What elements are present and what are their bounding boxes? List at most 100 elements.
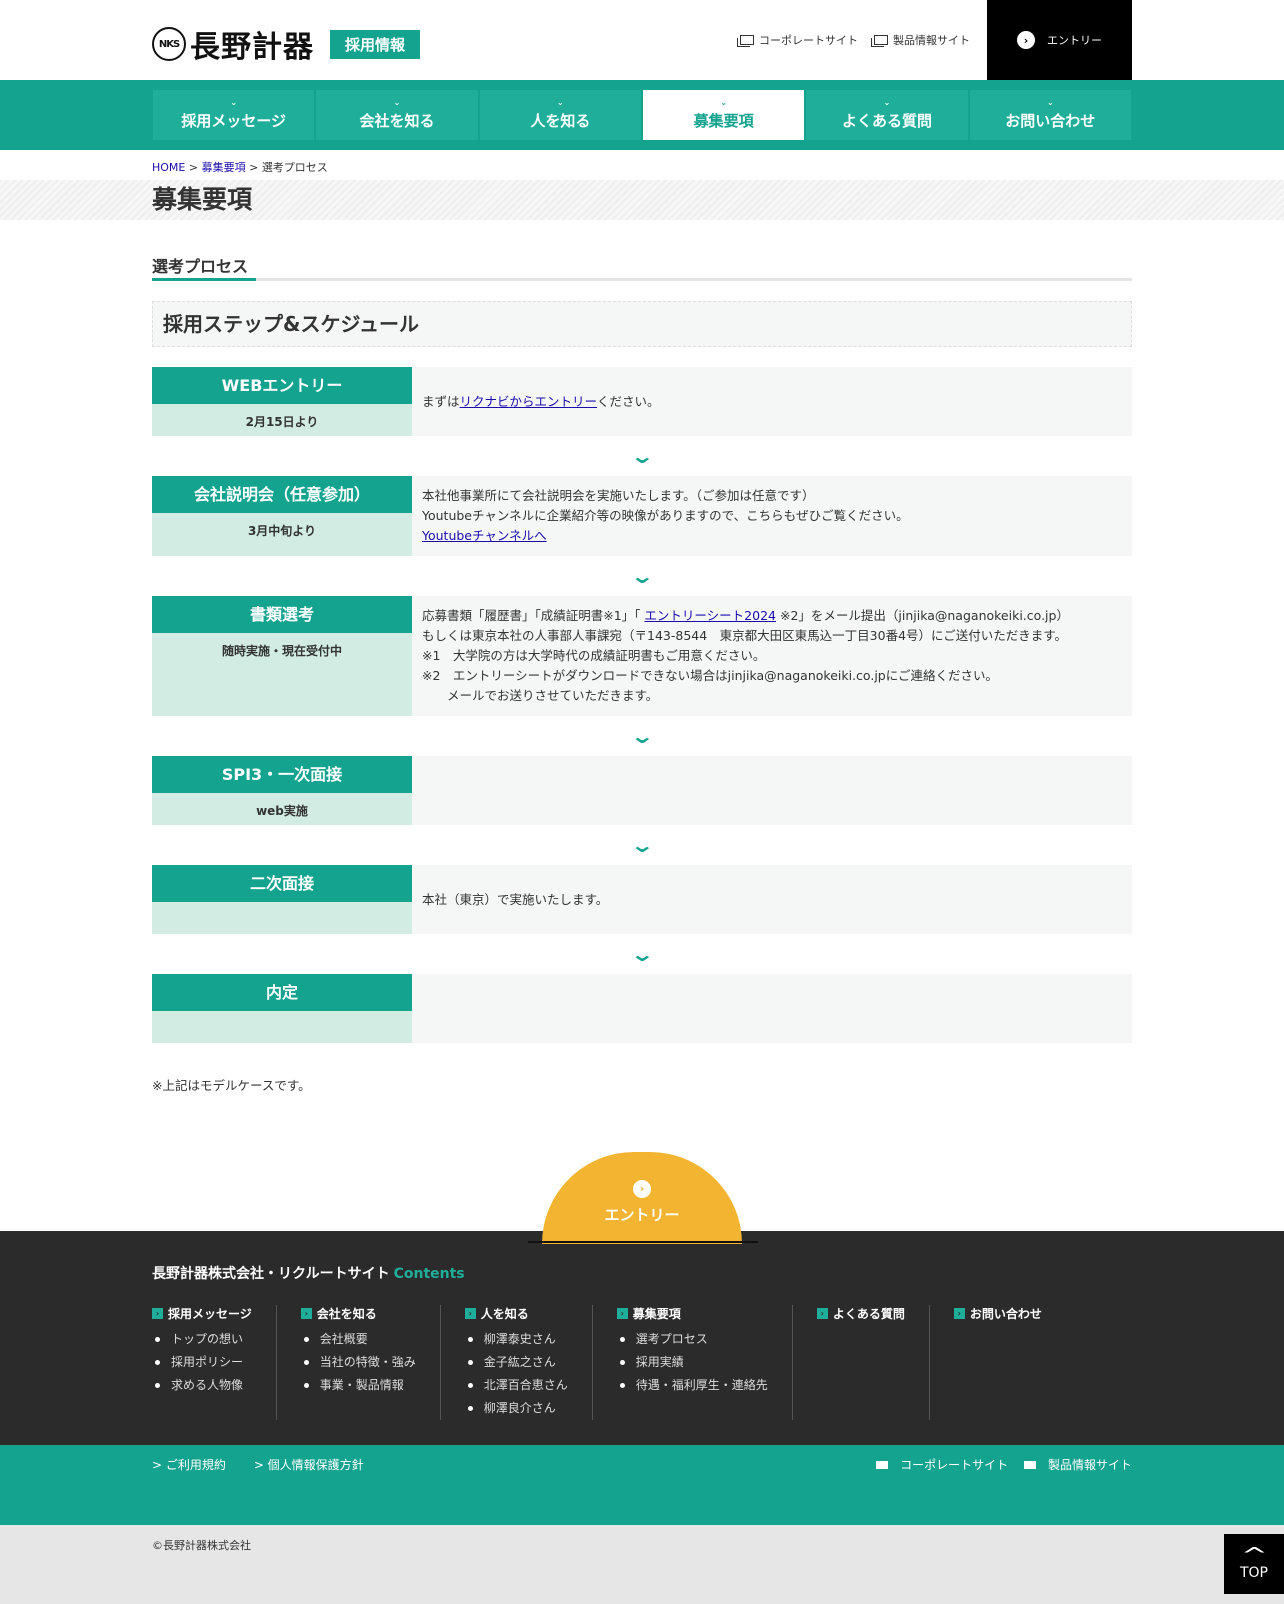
arrow-right-icon: › <box>464 1308 476 1319</box>
footer-link[interactable]: 柳澤泰史さん <box>465 1328 568 1351</box>
step-arrow: ⌄ <box>152 825 1132 865</box>
step-description: 本社他事業所にて会社説明会を実施いたします。（ご参加は任意です） Youtube… <box>422 488 909 543</box>
footer-link[interactable]: 柳澤良介さん <box>465 1397 568 1420</box>
step-name: 会社説明会（任意参加） <box>152 476 412 513</box>
chevron-down-icon: ⌄ <box>629 833 655 857</box>
chevron-down-icon: ⌄ <box>720 98 727 107</box>
logo-mark: NKS <box>152 27 186 61</box>
header-links: コーポレートサイト 製品情報サイト <box>737 32 970 48</box>
logo-text: 長野計器 <box>190 30 314 65</box>
youtube-channel-link[interactable]: Youtubeチャンネルへ <box>422 528 547 543</box>
divider <box>528 1241 758 1243</box>
footer-links-bar: > ご利用規約 > 個人情報保護方針 コーポレートサイト 製品情報サイト <box>0 1445 1284 1525</box>
step-arrow: ⌄ <box>152 436 1132 476</box>
arrow-right-icon: › <box>152 1308 163 1319</box>
step-arrow: ⌄ <box>152 556 1132 596</box>
step-heading: 採用ステップ&スケジュール <box>152 301 1132 347</box>
chevron-up-icon: ^ <box>1240 1543 1268 1567</box>
step-name: 二次面接 <box>152 865 412 902</box>
back-to-top-button[interactable]: ^ TOP <box>1224 1534 1284 1594</box>
step-date: web実施 <box>256 804 308 818</box>
privacy-link[interactable]: > 個人情報保護方針 <box>254 1458 376 1472</box>
breadcrumb-home[interactable]: HOME <box>152 161 185 174</box>
step-date <box>152 902 412 934</box>
entry-sheet-link[interactable]: エントリーシート2024 <box>644 608 776 623</box>
header-entry-button[interactable]: › エントリー <box>987 0 1132 80</box>
footer-link[interactable]: 待遇・福利厚生・連絡先 <box>617 1374 768 1397</box>
product-site-link[interactable]: 製品情報サイト <box>871 32 970 48</box>
arrow-right-icon: › <box>953 1308 965 1319</box>
footer-link[interactable]: 選考プロセス <box>617 1328 768 1351</box>
step-name: WEBエントリー <box>152 367 412 404</box>
nav-item-faq[interactable]: ⌄ よくある質問 <box>806 90 968 140</box>
step-description <box>412 756 1132 825</box>
arrow-right-icon: › <box>633 1179 651 1198</box>
new-window-icon <box>876 1461 889 1469</box>
footer-col-title[interactable]: › 会社を知る <box>300 1305 416 1322</box>
arrow-right-icon: › <box>816 1308 828 1319</box>
chevron-down-icon: ⌄ <box>393 98 401 107</box>
footer-col-title[interactable]: › 人を知る <box>464 1305 568 1322</box>
footer-col-title[interactable]: › 採用メッセージ <box>152 1305 252 1322</box>
footer-product-link[interactable]: 製品情報サイト <box>1023 1458 1132 1472</box>
nav-item-company[interactable]: ⌄ 会社を知る <box>316 90 478 140</box>
step-date <box>152 1011 412 1043</box>
footer-entry-button[interactable]: › エントリー <box>542 1152 742 1244</box>
new-window-icon <box>871 35 888 47</box>
footer-col-title[interactable]: › 募集要項 <box>616 1305 768 1322</box>
step-name: SPI3・一次面接 <box>152 756 412 793</box>
nav-item-recruitment[interactable]: ⌄ 募集要項 <box>642 90 805 140</box>
step-web-entry: WEBエントリー 2月15日より まずはリクナビからエントリーください。 <box>152 367 1132 436</box>
breadcrumb: HOME > 募集要項 > 選考プロセス <box>152 161 328 174</box>
footer-link[interactable]: 金子紘之さん <box>465 1351 568 1374</box>
footer-link[interactable]: 求める人物像 <box>152 1374 252 1397</box>
arrow-right-icon: › <box>616 1308 628 1319</box>
footer-link[interactable]: 北澤百合恵さん <box>465 1374 568 1397</box>
section-title: 選考プロセス <box>152 253 1132 281</box>
logo[interactable]: NKS 長野計器 採用情報 <box>152 22 421 66</box>
step-second-interview: 二次面接 本社（東京）で実施いたします。 <box>152 865 1132 934</box>
footer-sitemap: 長野計器株式会社・リクルートサイト Contents › 採用メッセージ トップの想… <box>0 1231 1284 1445</box>
footer-link[interactable]: 事業・製品情報 <box>301 1374 416 1397</box>
footer-corporate-link[interactable]: コーポレートサイト <box>876 1458 1008 1472</box>
step-document-screening: 書類選考 随時実施・現在受付中 応募書類「履歴書」「成績証明書※1」「 エントリ… <box>152 596 1132 716</box>
chevron-down-icon: ⌄ <box>556 98 564 107</box>
main-content: 選考プロセス 採用ステップ&スケジュール WEBエントリー 2月15日より まず… <box>152 253 1132 1094</box>
breadcrumb-current: 選考プロセス <box>261 161 328 174</box>
arrow-right-icon: › <box>300 1308 312 1319</box>
footer-col-company: › 会社を知る 会社概要 当社の特徴・強み 事業・製品情報 <box>277 1305 441 1420</box>
site-header: NKS 長野計器 採用情報 コーポレートサイト 製品情報サイト › エントリー <box>0 0 1284 80</box>
step-description: まずはリクナビからエントリーください。 <box>422 393 660 409</box>
step-arrow: ⌄ <box>152 716 1132 756</box>
footer-col-title[interactable]: › よくある質問 <box>816 1305 905 1322</box>
footer-link[interactable]: トップの想い <box>152 1328 252 1351</box>
footer-site-name: 長野計器株式会社・リクルートサイト Contents <box>152 1266 465 1282</box>
step-date: 3月中旬より <box>247 524 317 538</box>
corporate-site-link[interactable]: コーポレートサイト <box>737 32 858 48</box>
chevron-down-icon: ⌄ <box>230 98 238 107</box>
chevron-down-icon: ⌄ <box>629 942 655 966</box>
chevron-down-icon: ⌄ <box>629 444 655 468</box>
step-company-briefing: 会社説明会（任意参加） 3月中旬より 本社他事業所にて会社説明会を実施いたします… <box>152 476 1132 556</box>
breadcrumb-parent[interactable]: 募集要項 <box>202 161 246 174</box>
rikunabi-entry-link[interactable]: リクナビからエントリー <box>460 394 598 409</box>
chevron-down-icon: ⌄ <box>629 724 655 748</box>
footer-col-people: › 人を知る 柳澤泰史さん 金子紘之さん 北澤百合恵さん 柳澤良介さん <box>441 1305 593 1420</box>
footer-col-recruitment: › 募集要項 選考プロセス 採用実績 待遇・福利厚生・連絡先 <box>593 1305 793 1420</box>
footer-link[interactable]: 採用ポリシー <box>152 1351 252 1374</box>
nav-item-contact[interactable]: ⌄ お問い合わせ <box>969 90 1131 140</box>
arrow-right-icon: › <box>1017 31 1035 49</box>
page-title-band: 募集要項 <box>0 180 1284 220</box>
nav-item-people[interactable]: ⌄ 人を知る <box>479 90 641 140</box>
terms-link[interactable]: > ご利用規約 <box>152 1458 238 1472</box>
nav-item-message[interactable]: ⌄ 採用メッセージ <box>153 90 315 140</box>
footer-link[interactable]: 採用実績 <box>617 1351 768 1374</box>
page-title: 募集要項 <box>152 185 253 214</box>
step-description: 応募書類「履歴書」「成績証明書※1」「 エントリーシート2024 ※2」をメール… <box>422 608 1069 703</box>
step-description: 本社（東京）で実施いたします。 <box>422 891 609 907</box>
footer-link[interactable]: 当社の特徴・強み <box>301 1351 416 1374</box>
step-name: 書類選考 <box>152 596 412 633</box>
footer-col-title[interactable]: › お問い合わせ <box>953 1305 1042 1322</box>
footer-link[interactable]: 会社概要 <box>301 1328 416 1351</box>
step-name: 内定 <box>152 974 412 1011</box>
